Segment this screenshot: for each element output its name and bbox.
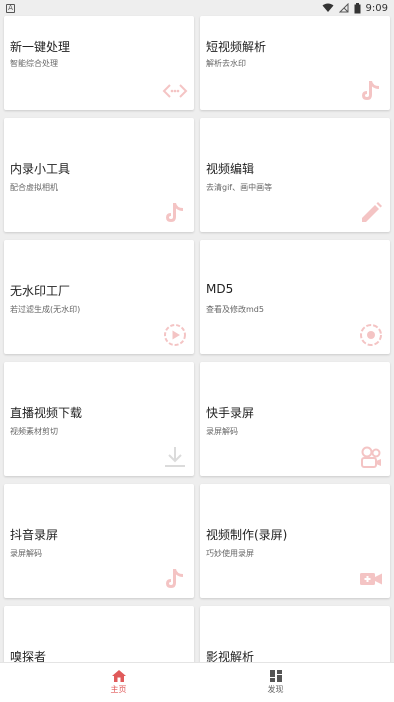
card-short-video-parse[interactable]: 短视频解析 解析去水印 [200, 16, 390, 110]
play-circle-icon [164, 324, 186, 346]
nav-discover[interactable]: 发现 [246, 670, 306, 695]
pencil-icon [362, 202, 382, 222]
video-plus-icon [360, 573, 382, 585]
wifi-icon [322, 3, 334, 12]
bottom-navigation: 主页 发现 [0, 662, 394, 702]
card-kuaishou-record[interactable]: 快手录屏 录屏解码 [200, 362, 390, 476]
card-douyin-record[interactable]: 抖音录屏 录屏解码 [4, 484, 194, 598]
card-subtitle: 去清gif、画中画等 [206, 183, 273, 192]
download-icon [165, 447, 185, 467]
card-title: 快手录屏 [206, 406, 255, 420]
code-arrows-icon [162, 84, 188, 98]
card-title: 视频制作(录屏) [206, 528, 288, 542]
settings-circle-icon [360, 324, 382, 346]
card-subtitle: 查看及修改md5 [206, 305, 264, 314]
card-title: 无水印工厂 [10, 284, 71, 298]
card-live-video-download[interactable]: 直播视频下载 视频素材剪切 [4, 362, 194, 476]
camera-reel-icon [361, 446, 381, 468]
tool-grid: 新一键处理 智能综合处理 短视频解析 解析去水印 内录小工具 配合虚拟相机 视频… [4, 16, 390, 702]
signal-off-icon [338, 3, 349, 13]
card-subtitle: 智能综合处理 [10, 59, 58, 68]
card-subtitle: 录屏解码 [10, 549, 42, 558]
dashboard-icon [269, 670, 282, 682]
card-title: 抖音录屏 [10, 528, 59, 542]
home-icon [111, 670, 126, 682]
card-no-watermark-factory[interactable]: 无水印工厂 若过滤生成(无水印) [4, 240, 194, 354]
app-notification-icon: A [6, 3, 15, 13]
nav-home-label: 主页 [110, 685, 127, 694]
tiktok-icon [166, 569, 183, 588]
card-title: 短视频解析 [206, 40, 267, 54]
card-subtitle: 若过滤生成(无水印) [10, 305, 81, 314]
card-subtitle: 录屏解码 [206, 427, 238, 436]
nav-home[interactable]: 主页 [89, 670, 149, 695]
card-title: 新一键处理 [10, 40, 71, 54]
card-video-make[interactable]: 视频制作(录屏) 巧妙使用录屏 [200, 484, 390, 598]
card-internal-recorder[interactable]: 内录小工具 配合虚拟相机 [4, 118, 194, 232]
card-subtitle: 解析去水印 [206, 59, 246, 68]
card-title: 内录小工具 [10, 162, 71, 176]
card-subtitle: 视频素材剪切 [10, 427, 58, 436]
card-video-edit[interactable]: 视频编辑 去清gif、画中画等 [200, 118, 390, 232]
tiktok-icon [362, 81, 379, 100]
nav-discover-label: 发现 [267, 685, 284, 694]
battery-icon [354, 2, 361, 13]
tiktok-icon [166, 203, 183, 222]
status-bar: A 9:09 [0, 0, 394, 16]
status-time: 9:09 [365, 2, 388, 14]
card-title: 视频编辑 [206, 162, 255, 176]
card-one-click-process[interactable]: 新一键处理 智能综合处理 [4, 16, 194, 110]
card-title: MD5 [206, 282, 234, 296]
card-md5[interactable]: MD5 查看及修改md5 [200, 240, 390, 354]
card-title: 直播视频下载 [10, 406, 83, 420]
card-subtitle: 配合虚拟相机 [10, 183, 58, 192]
card-subtitle: 巧妙使用录屏 [206, 549, 254, 558]
